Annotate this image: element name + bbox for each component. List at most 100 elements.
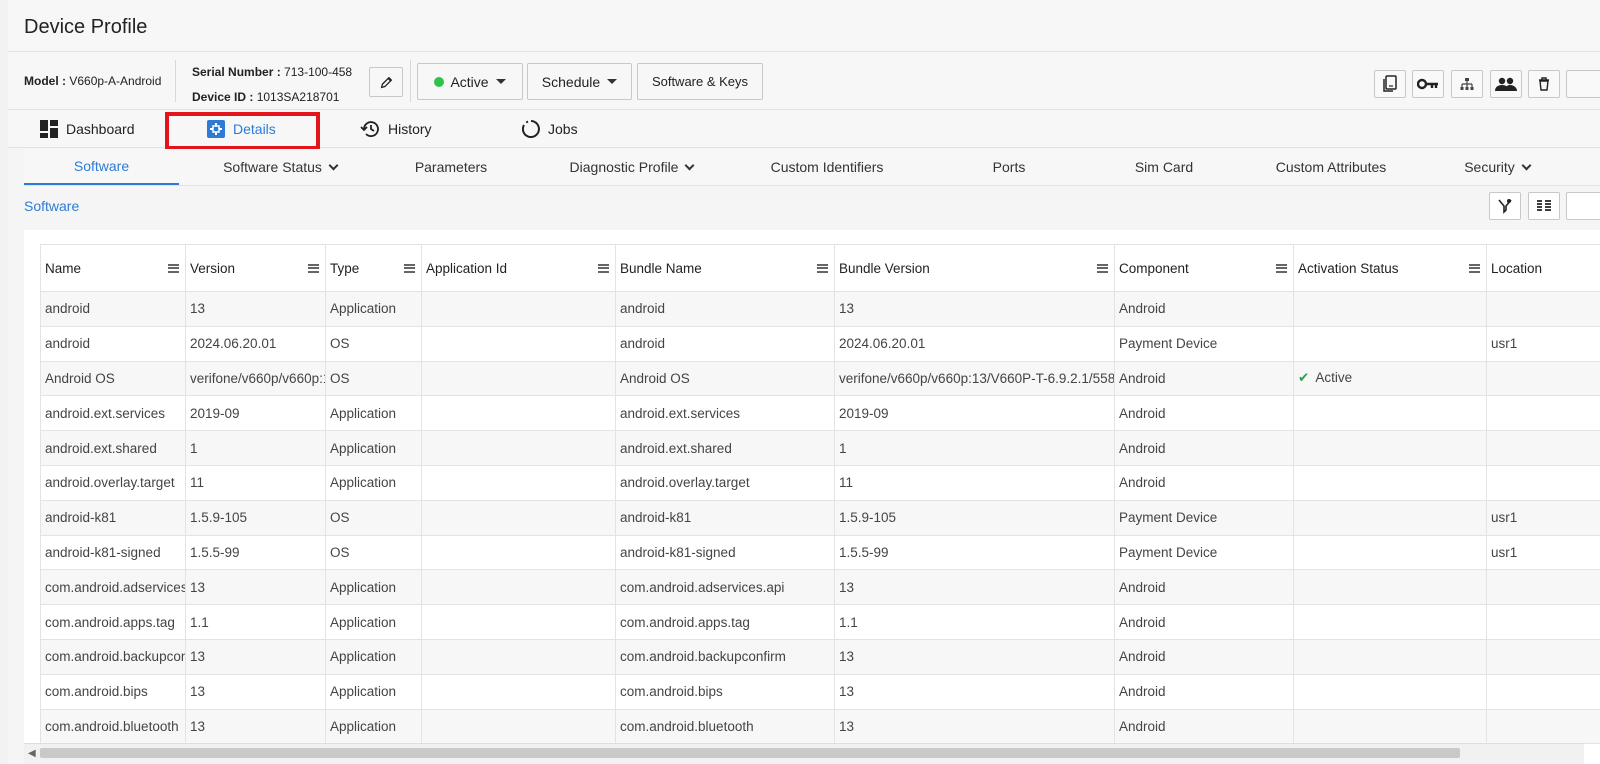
pencil-icon (380, 76, 392, 88)
device-profile-app: Device Profile Model : V660p-A-Android S… (8, 0, 1600, 764)
delete-button[interactable] (1528, 70, 1560, 98)
subtab-label: Ports (992, 159, 1026, 175)
tab-dashboard[interactable]: Dashboard (40, 110, 135, 148)
column-header-activation-status[interactable]: Activation Status (1293, 244, 1487, 292)
subtab-custom-attributes[interactable]: Custom Attributes (1256, 149, 1406, 185)
cell-version: 2019-09 (185, 395, 326, 432)
table-row[interactable]: com.android.adservices 13 Application com.a… (40, 569, 1600, 606)
software-keys-button[interactable]: Software & Keys (637, 63, 763, 100)
model-info: Model : V660p-A-Android (24, 74, 161, 88)
column-header-location[interactable]: Location (1486, 244, 1600, 292)
users-button[interactable] (1490, 70, 1522, 98)
table-row[interactable]: com.android.bips 13 Application com.android… (40, 674, 1600, 710)
cell-application-id (421, 674, 616, 710)
table-row[interactable]: com.android.apps.tag 1.1 Application com.an… (40, 604, 1600, 640)
software-keys-label: Software & Keys (651, 74, 749, 89)
key-button[interactable] (1412, 70, 1444, 98)
table-row[interactable]: android 13 Application android 13 Android (40, 291, 1600, 327)
cell-bundle-name: com.android.bips (615, 674, 835, 710)
subtab-ports[interactable]: Ports (969, 149, 1049, 185)
column-title: Bundle Version (839, 260, 930, 276)
table-row[interactable]: android 2024.06.20.01 OS android 2024.06.20.… (40, 326, 1600, 362)
tab-details[interactable]: Details (207, 110, 276, 148)
subtab-security[interactable]: Security (1442, 149, 1552, 185)
tab-label: Details (233, 121, 276, 137)
column-header-application-id[interactable]: Application Id (421, 244, 616, 292)
filter-button[interactable] (1489, 192, 1521, 220)
column-menu-icon[interactable] (168, 263, 179, 273)
table-row[interactable]: android.ext.services 2019-09 Application an… (40, 395, 1600, 432)
table-row[interactable]: Android OS verifone/v660p/v660p:13 OS Andro… (40, 361, 1600, 397)
cell-activation-status (1293, 430, 1487, 466)
table-row[interactable]: com.android.backupconfirm13Applicationco… (40, 639, 1600, 675)
copy-device-button[interactable] (1374, 70, 1406, 98)
column-header-component[interactable]: Component (1114, 244, 1294, 292)
cell-version: 13 (185, 291, 326, 327)
cell-bundle-version: 13 (834, 639, 1115, 675)
table-row[interactable]: android.overlay.target 11 Application andro… (40, 465, 1600, 501)
device-id-value: 1013SA218701 (256, 90, 340, 104)
scrollbar-thumb[interactable] (40, 748, 1460, 758)
column-header-bundle-version[interactable]: Bundle Version (834, 244, 1115, 292)
column-menu-icon[interactable] (1469, 263, 1480, 273)
cell-activation-status (1293, 674, 1487, 710)
subtab-software[interactable]: Software (24, 149, 179, 185)
cell-bundle-version: 13 (834, 291, 1115, 327)
column-menu-icon[interactable] (598, 263, 609, 273)
table-row[interactable]: android.ext.shared 1 Application android.ex… (40, 430, 1600, 466)
column-header-version[interactable]: Version (185, 244, 326, 292)
cell-type: Application (325, 604, 422, 640)
subtab-custom-identifiers[interactable]: Custom Identifiers (752, 149, 902, 185)
table-row[interactable]: android-k81-signed 1.5.5-99 OS android-k81-… (40, 535, 1600, 571)
cell-bundle-version: 13 (834, 569, 1115, 606)
column-title: Type (330, 260, 360, 276)
column-header-name[interactable]: Name (40, 244, 186, 292)
table-row[interactable]: com.android.bluetooth 13 Application com.an… (40, 709, 1600, 745)
cell-application-id (421, 326, 616, 362)
cell-location (1486, 569, 1600, 606)
column-header-bundle-name[interactable]: Bundle Name (615, 244, 835, 292)
cell-version: 13 (185, 569, 326, 606)
cell-bundle-name: com.android.apps.tag (615, 604, 835, 640)
subtab-label: Software (73, 158, 130, 174)
subtab-software-status[interactable]: Software Status (200, 149, 360, 185)
more-tools-button[interactable] (1566, 192, 1600, 220)
cell-component: Payment Device (1114, 500, 1294, 536)
column-menu-icon[interactable] (1097, 263, 1108, 273)
main-tabs: Dashboard Details History Jobs (8, 110, 1600, 148)
cell-type: OS (325, 500, 422, 536)
columns-button[interactable] (1528, 192, 1560, 220)
tab-history[interactable]: History (360, 110, 432, 148)
cell-application-id (421, 465, 616, 501)
column-menu-icon[interactable] (817, 263, 828, 273)
horizontal-scrollbar[interactable]: ◀ (24, 743, 1584, 764)
subtab-parameters[interactable]: Parameters (386, 149, 516, 185)
table-row[interactable]: android-k81 1.5.9-105 OS android-k81 1.5.9-1… (40, 500, 1600, 536)
column-menu-icon[interactable] (1276, 263, 1287, 273)
cell-version: 2024.06.20.01 (185, 326, 326, 362)
scroll-left-icon[interactable]: ◀ (28, 748, 36, 759)
column-menu-icon[interactable] (404, 263, 415, 273)
cell-name: android (40, 326, 186, 362)
schedule-dropdown-button[interactable]: Schedule (527, 63, 632, 100)
status-dropdown-button[interactable]: Active (417, 63, 523, 100)
cell-activation-status (1293, 604, 1487, 640)
edit-button[interactable] (369, 67, 403, 97)
cell-version: verifone/v660p/v660p:13 (185, 361, 326, 397)
caret-down-icon (607, 79, 618, 84)
cell-component: Android (1114, 639, 1294, 675)
tab-jobs[interactable]: Jobs (522, 110, 578, 148)
subtab-sim-card[interactable]: Sim Card (1114, 149, 1214, 185)
tab-label: Jobs (548, 121, 578, 137)
cell-application-id (421, 291, 616, 327)
cell-location (1486, 465, 1600, 501)
column-header-type[interactable]: Type (325, 244, 422, 292)
hierarchy-button[interactable] (1451, 70, 1483, 98)
column-menu-icon[interactable] (308, 263, 319, 273)
more-actions-button[interactable] (1566, 70, 1600, 98)
cell-name: android.ext.shared (40, 430, 186, 466)
cell-component: Android (1114, 674, 1294, 710)
subtab-diagnostic-profile[interactable]: Diagnostic Profile (549, 149, 714, 185)
section-title-software[interactable]: Software (24, 198, 79, 214)
caret-down-icon (495, 79, 506, 84)
